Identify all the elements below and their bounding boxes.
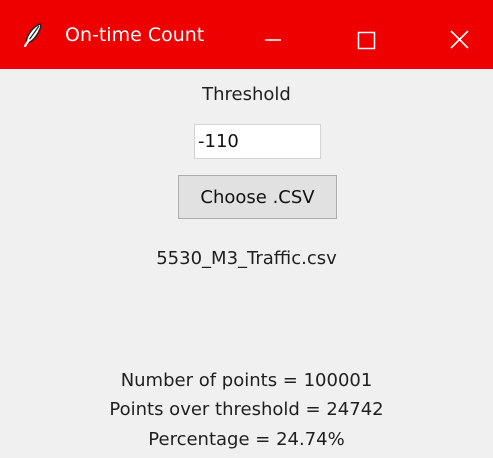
- choose-csv-button[interactable]: Choose .CSV: [178, 175, 337, 219]
- over-threshold-label: Points over threshold = 24742: [109, 399, 384, 420]
- feather-icon: [22, 22, 46, 48]
- main-content: Threshold Choose .CSV 5530_M3_Traffic.cs…: [0, 69, 493, 458]
- threshold-input[interactable]: [194, 124, 321, 159]
- threshold-label: Threshold: [202, 84, 291, 105]
- window-title: On-time Count: [65, 24, 205, 46]
- maximize-button[interactable]: [343, 12, 389, 58]
- percentage-label: Percentage = 24.74%: [148, 429, 345, 450]
- minimize-button[interactable]: [250, 12, 296, 58]
- points-count-label: Number of points = 100001: [120, 370, 373, 391]
- title-bar[interactable]: On-time Count: [0, 0, 493, 69]
- app-window: On-time Count Threshold -110 Choose .CSV…: [0, 0, 493, 458]
- selected-file-label: 5530_M3_Traffic.csv: [156, 248, 337, 269]
- close-button[interactable]: [437, 12, 483, 58]
